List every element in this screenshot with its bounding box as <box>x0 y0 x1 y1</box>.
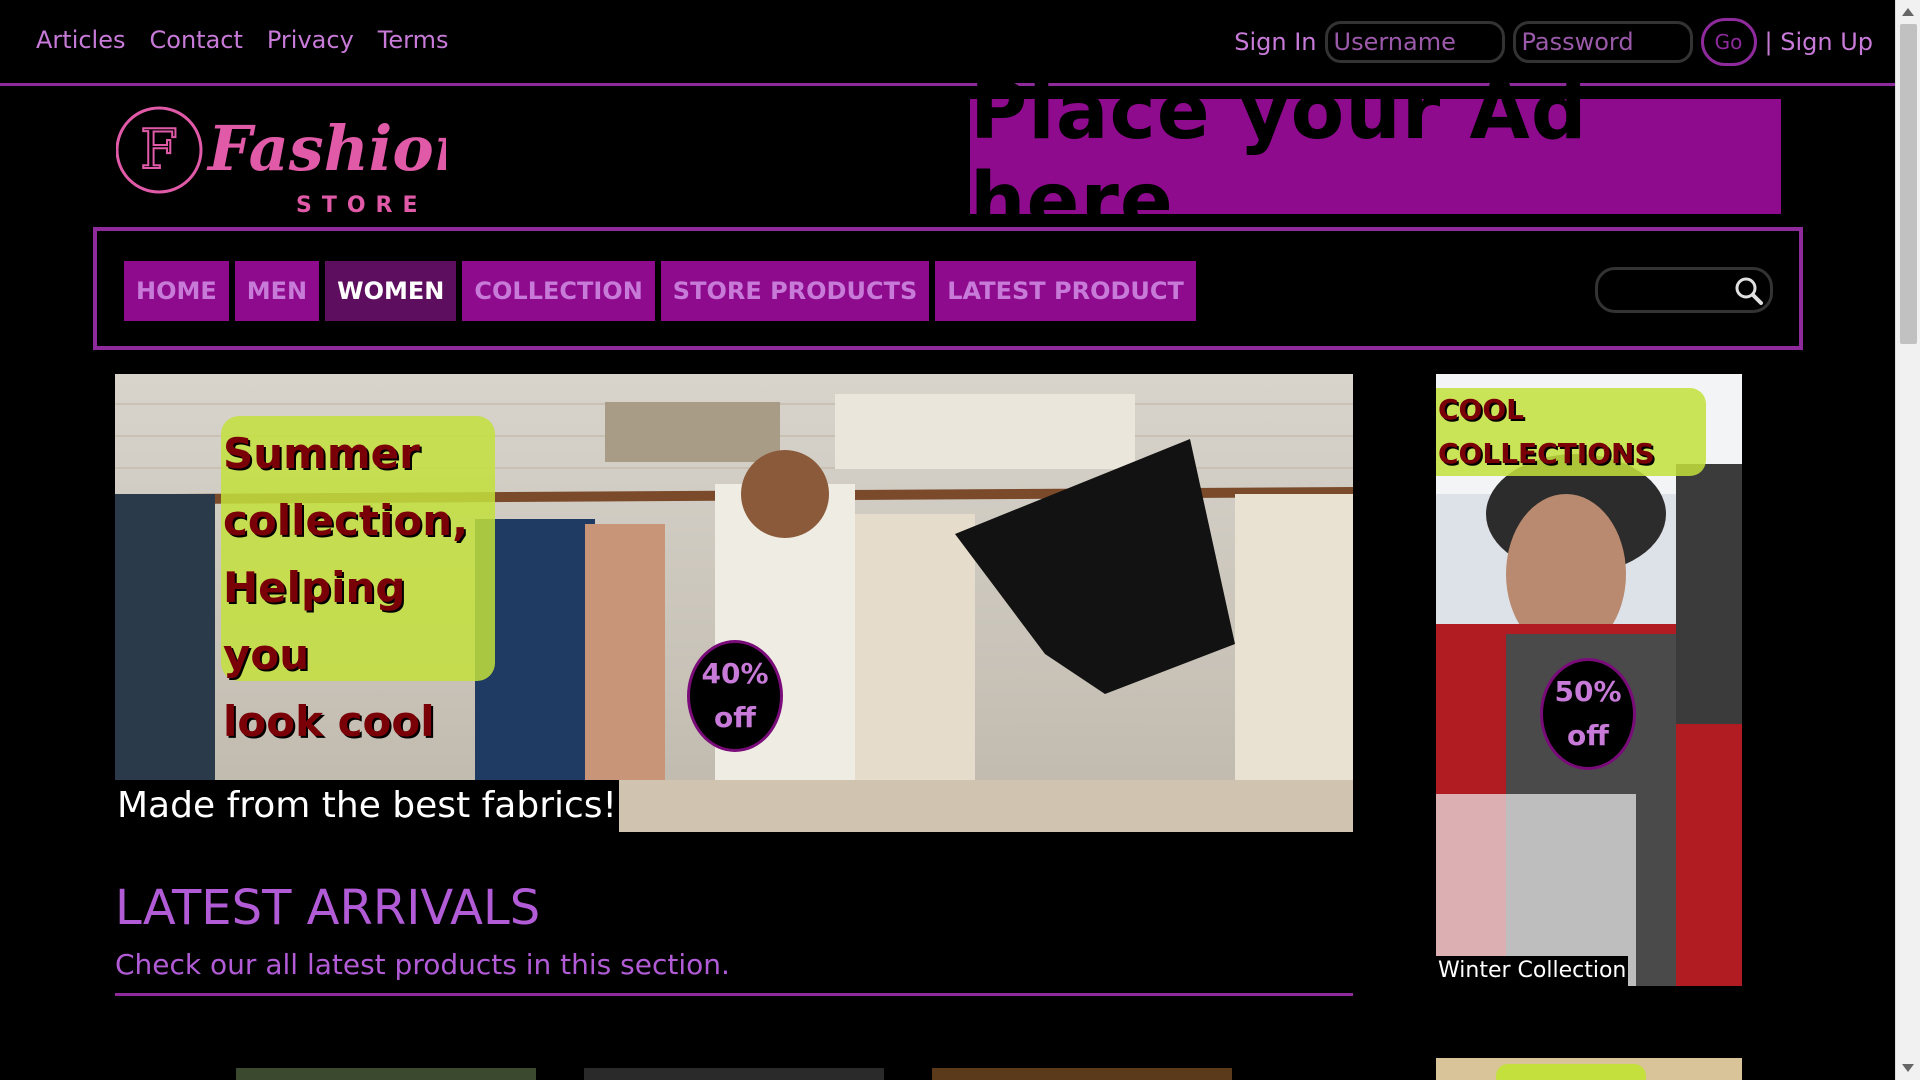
scroll-up-icon[interactable] <box>1902 8 1914 16</box>
product-thumbnail[interactable] <box>236 1068 536 1080</box>
password-input[interactable] <box>1512 21 1693 63</box>
fashion-store-logo[interactable]: F Fashion STORE <box>115 100 479 218</box>
main-nav: HOME MEN WOMEN COLLECTION STORE PRODUCTS… <box>93 227 1803 350</box>
side-promo-caption: Winter Collection <box>1436 956 1629 986</box>
contact-link[interactable]: Contact <box>150 26 243 54</box>
hero-headline-line: Summer <box>223 429 420 478</box>
logo-word: Fashion <box>206 112 446 185</box>
side-promo-tag-line: COLLECTIONS <box>1438 437 1655 470</box>
nav-store-products[interactable]: STORE PRODUCTS <box>660 261 930 321</box>
privacy-link[interactable]: Privacy <box>267 26 354 54</box>
search-icon[interactable] <box>1734 276 1764 306</box>
side-promo[interactable]: COOL COLLECTIONS 50% off Winter Collecti… <box>1436 374 1742 986</box>
side-promo-2-tag <box>1496 1064 1646 1080</box>
hero-caption: Made from the best fabrics! <box>115 780 619 832</box>
ad-text: Place your Ad here <box>970 66 1588 247</box>
section-divider <box>115 993 1353 996</box>
terms-link[interactable]: Terms <box>378 26 449 54</box>
section-title: LATEST ARRIVALS <box>115 880 541 936</box>
sign-in-label: Sign In <box>1234 28 1317 56</box>
scrollbar-thumb[interactable] <box>1900 24 1917 344</box>
side-promo-tag: COOL COLLECTIONS <box>1436 388 1706 476</box>
scroll-down-icon[interactable] <box>1902 1064 1914 1072</box>
hero-headline-line: collection, <box>223 496 469 545</box>
nav-collection[interactable]: COLLECTION <box>462 261 655 321</box>
product-thumbnail[interactable] <box>932 1068 1232 1080</box>
ad-banner[interactable]: Place your Ad here <box>970 67 1781 247</box>
nav-women[interactable]: WOMEN <box>325 261 457 321</box>
side-promo-2[interactable] <box>1436 1058 1742 1080</box>
go-button[interactable]: Go <box>1700 18 1757 66</box>
badge-off: off <box>1567 719 1609 752</box>
sign-up-link[interactable]: | Sign Up <box>1765 28 1874 56</box>
auth-form: Sign In Go | Sign Up <box>1234 18 1873 66</box>
logo-letter: F <box>140 118 177 181</box>
discount-badge: 40% off <box>687 640 783 752</box>
hero-headline-line: Helping you <box>223 563 406 679</box>
nav-home[interactable]: HOME <box>124 261 229 321</box>
logo-sub: STORE <box>296 193 428 215</box>
articles-link[interactable]: Articles <box>36 26 126 54</box>
top-links: Articles Contact Privacy Terms <box>36 26 448 54</box>
page-scrollbar[interactable] <box>1895 0 1920 1080</box>
hero-headline-line: look cool <box>223 697 435 746</box>
section-subtitle: Check our all latest products in this se… <box>115 948 730 981</box>
username-input[interactable] <box>1324 21 1505 63</box>
badge-percent: 40% <box>701 657 769 690</box>
product-thumbnail[interactable] <box>584 1068 884 1080</box>
discount-badge: 50% off <box>1540 658 1636 770</box>
side-promo-tag-line: COOL <box>1438 393 1524 426</box>
logo-graphic: F Fashion STORE <box>115 106 479 218</box>
badge-percent: 50% <box>1554 675 1622 708</box>
nav-latest-product[interactable]: LATEST PRODUCT <box>935 261 1196 321</box>
hero-banner[interactable]: Summer collection, Helping you look cool… <box>115 374 1353 832</box>
hero-headline: Summer collection, Helping you look cool <box>221 416 495 746</box>
badge-off: off <box>714 701 756 734</box>
nav-men[interactable]: MEN <box>234 261 320 321</box>
nav-items: HOME MEN WOMEN COLLECTION STORE PRODUCTS… <box>124 261 1196 321</box>
search-input[interactable] <box>1595 267 1773 313</box>
